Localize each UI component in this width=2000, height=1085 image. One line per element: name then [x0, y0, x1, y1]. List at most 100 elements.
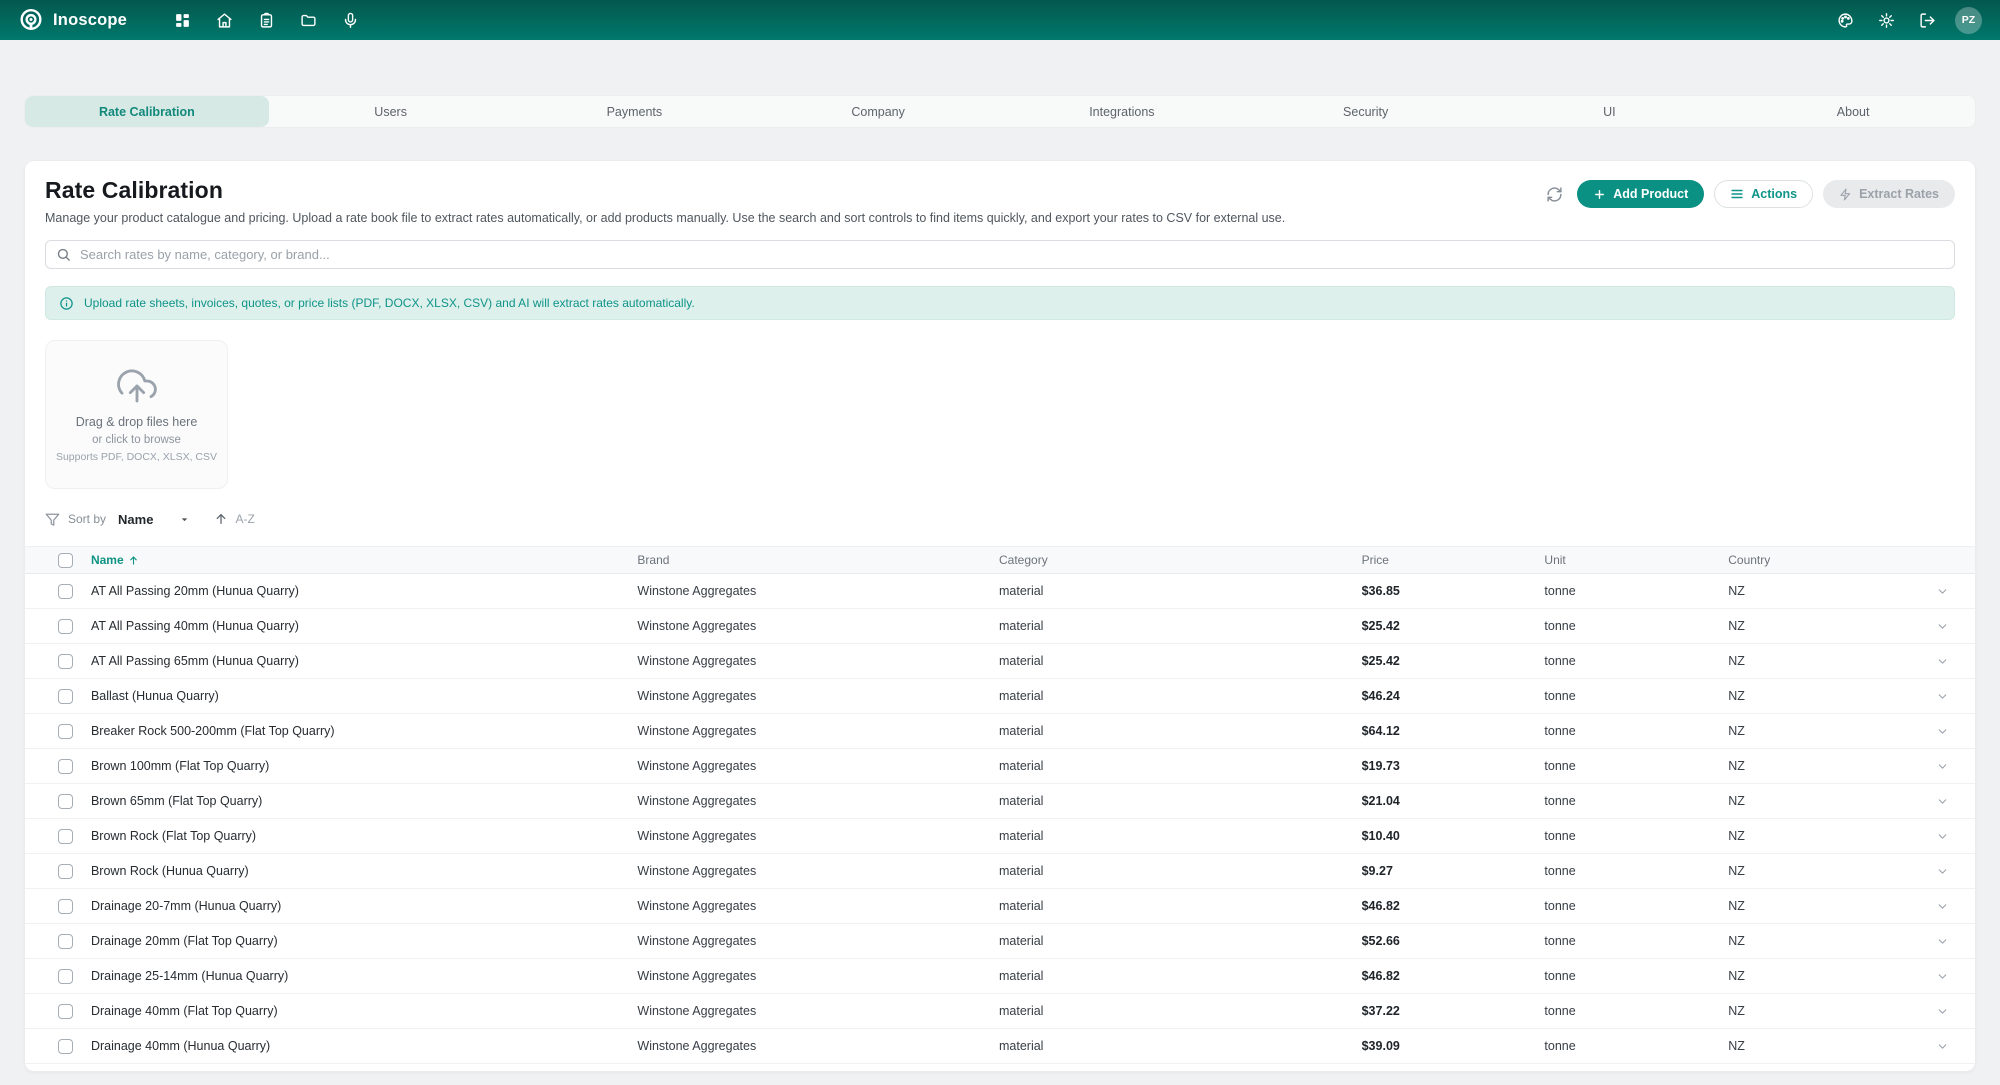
chevron-down-icon — [1936, 935, 1949, 948]
product-brand: Winstone Aggregates — [637, 829, 999, 843]
row-expand-chevron[interactable] — [1919, 795, 1975, 808]
table-row[interactable]: Brown Rock (Flat Top Quarry) Winstone Ag… — [25, 819, 1975, 854]
row-expand-chevron[interactable] — [1919, 725, 1975, 738]
product-price: $39.09 — [1362, 1039, 1545, 1053]
row-checkbox[interactable] — [58, 934, 73, 949]
table-row[interactable]: Breaker Rock 500-200mm (Flat Top Quarry)… — [25, 714, 1975, 749]
tab-integrations[interactable]: Integrations — [1000, 96, 1244, 127]
row-expand-chevron[interactable] — [1919, 830, 1975, 843]
row-checkbox[interactable] — [58, 759, 73, 774]
row-expand-chevron[interactable] — [1919, 1005, 1975, 1018]
row-checkbox[interactable] — [58, 1039, 73, 1054]
table-row[interactable]: Drainage 20mm (Flat Top Quarry) Winstone… — [25, 924, 1975, 959]
row-expand-chevron[interactable] — [1919, 1040, 1975, 1053]
select-all-checkbox[interactable] — [58, 553, 73, 568]
tab-rate-calibration[interactable]: Rate Calibration — [25, 96, 269, 127]
table-row[interactable]: Brown Rock (Hunua Quarry) Winstone Aggre… — [25, 854, 1975, 889]
row-expand-chevron[interactable] — [1919, 865, 1975, 878]
table-row[interactable]: AT All Passing 40mm (Hunua Quarry) Winst… — [25, 609, 1975, 644]
row-checkbox[interactable] — [58, 794, 73, 809]
chevron-down-icon — [1936, 970, 1949, 983]
row-checkbox[interactable] — [58, 584, 73, 599]
palette-icon[interactable] — [1832, 7, 1858, 33]
column-header-name[interactable]: Name — [91, 553, 637, 567]
microphone-icon[interactable] — [337, 7, 363, 33]
page-titles: Rate Calibration Manage your product cat… — [45, 177, 1285, 225]
actions-button[interactable]: Actions — [1714, 180, 1813, 208]
row-checkbox[interactable] — [58, 724, 73, 739]
tab-payments[interactable]: Payments — [513, 96, 757, 127]
sort-controls: Sort by Name A-Z — [45, 508, 1955, 530]
tab-ui[interactable]: UI — [1488, 96, 1732, 127]
row-checkbox[interactable] — [58, 829, 73, 844]
column-header-brand: Brand — [637, 553, 999, 567]
search-input[interactable] — [80, 247, 1944, 262]
row-expand-chevron[interactable] — [1919, 655, 1975, 668]
row-expand-chevron[interactable] — [1919, 585, 1975, 598]
top-right-controls: PZ — [1832, 7, 1982, 34]
settings-icon[interactable] — [1873, 7, 1899, 33]
add-product-button[interactable]: Add Product — [1577, 180, 1704, 208]
row-checkbox[interactable] — [58, 864, 73, 879]
tab-users[interactable]: Users — [269, 96, 513, 127]
row-checkbox[interactable] — [58, 689, 73, 704]
row-checkbox[interactable] — [58, 1004, 73, 1019]
table-row[interactable]: Brown 100mm (Flat Top Quarry) Winstone A… — [25, 749, 1975, 784]
table-row[interactable]: AT All Passing 65mm (Hunua Quarry) Winst… — [25, 644, 1975, 679]
refresh-icon[interactable] — [1542, 182, 1567, 207]
table-row[interactable]: Drainage 40mm (Hunua Quarry) Winstone Ag… — [25, 1029, 1975, 1064]
row-checkbox[interactable] — [58, 969, 73, 984]
product-unit: tonne — [1544, 724, 1728, 738]
home-icon[interactable] — [211, 7, 237, 33]
product-brand: Winstone Aggregates — [637, 969, 999, 983]
tab-about[interactable]: About — [1731, 96, 1975, 127]
sort-arrow-up-icon — [128, 555, 139, 566]
product-unit: tonne — [1544, 619, 1728, 633]
menu-icon — [1730, 187, 1744, 201]
row-expand-chevron[interactable] — [1919, 620, 1975, 633]
folder-icon[interactable] — [295, 7, 321, 33]
extract-rates-button[interactable]: Extract Rates — [1823, 180, 1955, 208]
column-header-category: Category — [999, 553, 1362, 567]
row-expand-chevron[interactable] — [1919, 760, 1975, 773]
avatar[interactable]: PZ — [1955, 7, 1982, 34]
tab-security[interactable]: Security — [1244, 96, 1488, 127]
sort-direction-toggle[interactable]: A-Z — [214, 512, 254, 526]
product-name: Drainage 40mm (Flat Top Quarry) — [91, 1004, 637, 1018]
file-dropzone[interactable]: Drag & drop files here or click to brows… — [45, 340, 228, 489]
table-row[interactable]: AT All Passing 20mm (Hunua Quarry) Winst… — [25, 574, 1975, 609]
product-country: NZ — [1728, 1039, 1919, 1053]
info-banner-text: Upload rate sheets, invoices, quotes, or… — [84, 296, 695, 310]
brand[interactable]: Inoscope — [18, 7, 127, 33]
table-row[interactable]: Drainage 40mm (Flat Top Quarry) Winstone… — [25, 994, 1975, 1029]
tab-label: Users — [374, 105, 407, 119]
row-expand-chevron[interactable] — [1919, 970, 1975, 983]
chevron-down-icon — [1936, 1040, 1949, 1053]
table-row[interactable]: Drainage 20-7mm (Hunua Quarry) Winstone … — [25, 889, 1975, 924]
clipboard-icon[interactable] — [253, 7, 279, 33]
table-row[interactable]: Brown 65mm (Flat Top Quarry) Winstone Ag… — [25, 784, 1975, 819]
search-bar — [45, 240, 1955, 269]
product-name: Drainage 20mm (Flat Top Quarry) — [91, 934, 637, 948]
upload-cloud-icon — [117, 366, 157, 406]
table-row[interactable]: Ballast (Hunua Quarry) Winstone Aggregat… — [25, 679, 1975, 714]
row-checkbox[interactable] — [58, 899, 73, 914]
column-label-name: Name — [91, 553, 124, 567]
info-banner: Upload rate sheets, invoices, quotes, or… — [45, 286, 1955, 320]
page-header: Rate Calibration Manage your product cat… — [45, 177, 1955, 225]
dashboard-icon[interactable] — [169, 7, 195, 33]
row-expand-chevron[interactable] — [1919, 900, 1975, 913]
tab-label: Company — [851, 105, 905, 119]
table-row[interactable]: Drainage 25-14mm (Hunua Quarry) Winstone… — [25, 959, 1975, 994]
logout-icon[interactable] — [1914, 7, 1940, 33]
product-name: AT All Passing 20mm (Hunua Quarry) — [91, 584, 637, 598]
row-checkbox[interactable] — [58, 654, 73, 669]
row-expand-chevron[interactable] — [1919, 935, 1975, 948]
product-price: $46.82 — [1362, 899, 1545, 913]
tab-company[interactable]: Company — [756, 96, 1000, 127]
product-brand: Winstone Aggregates — [637, 864, 999, 878]
row-expand-chevron[interactable] — [1919, 690, 1975, 703]
row-checkbox[interactable] — [58, 619, 73, 634]
sort-field-select[interactable]: Name — [114, 512, 194, 527]
product-country: NZ — [1728, 1004, 1919, 1018]
